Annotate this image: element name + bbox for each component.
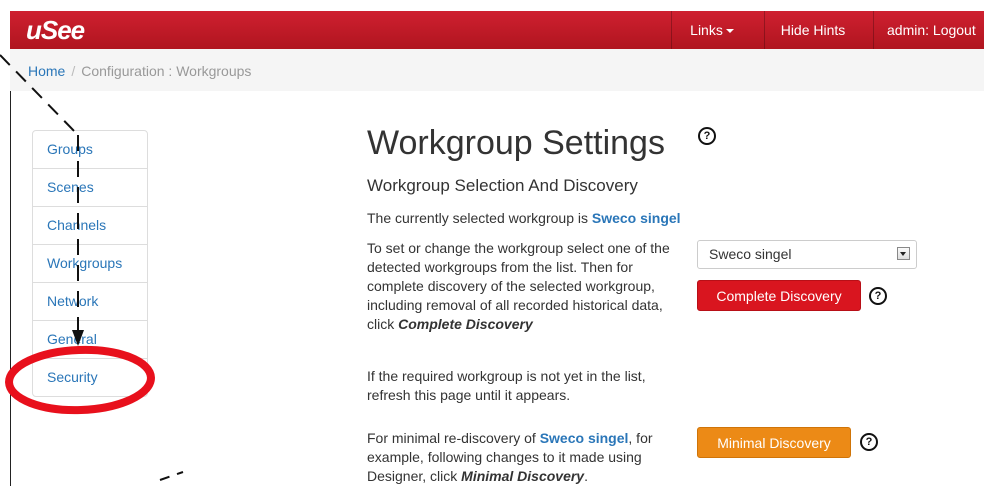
annotation-arrowhead — [72, 330, 84, 346]
annotation-dashed-arrow — [0, 54, 79, 136]
annotation-red-circle — [5, 345, 155, 415]
annotation-dashed-line-bottom — [159, 471, 184, 481]
annotation-overlay — [0, 54, 184, 481]
